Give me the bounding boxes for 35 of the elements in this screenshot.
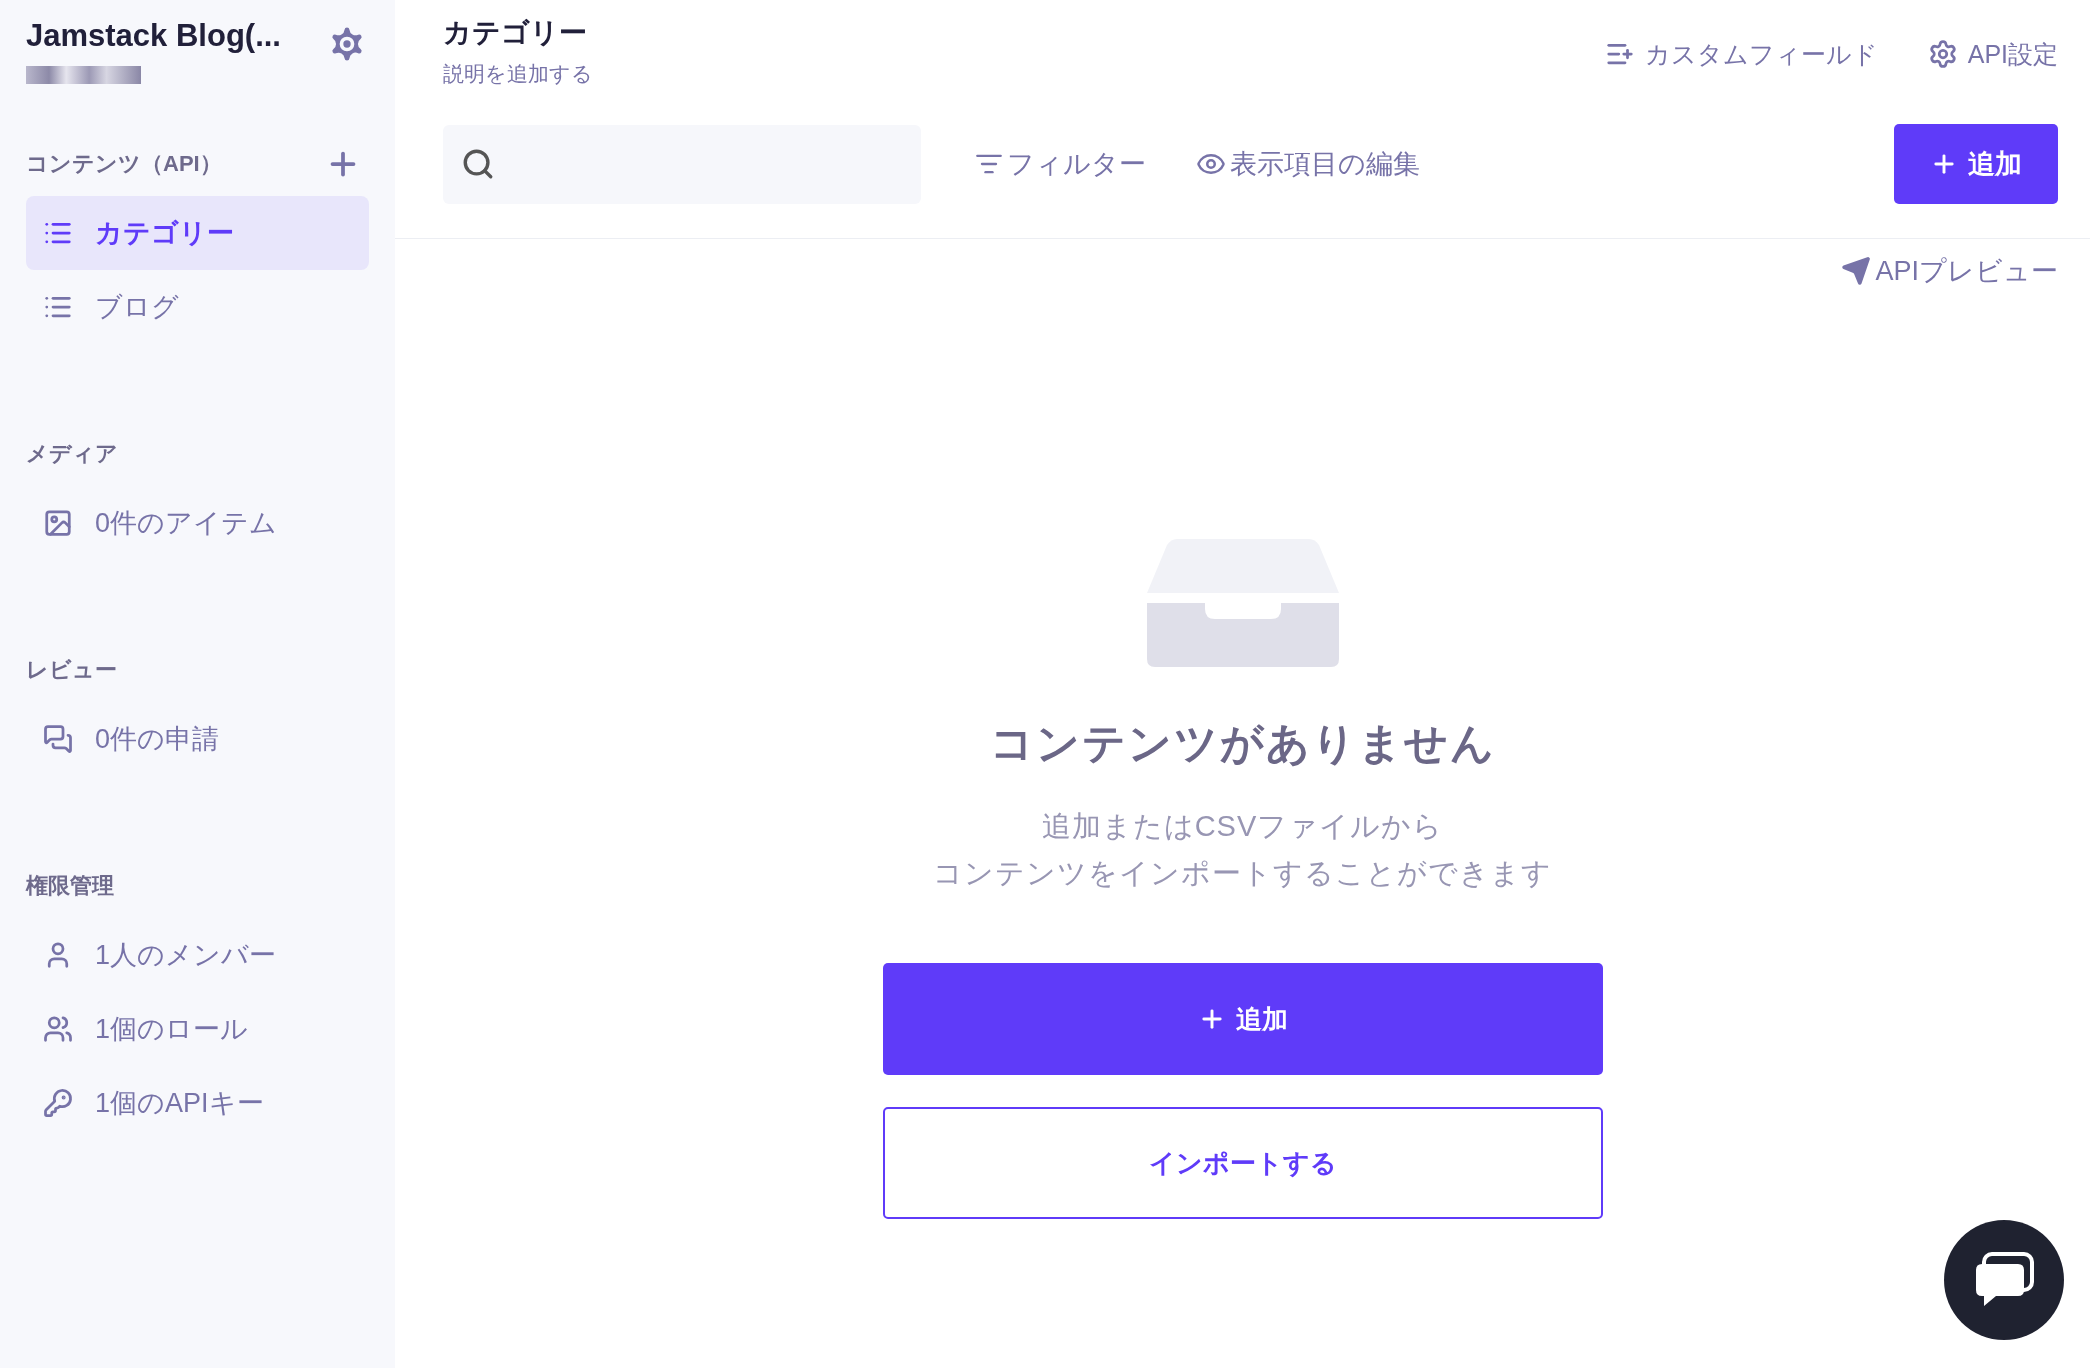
search-icon [461,147,495,181]
empty-heading: コンテンツがありません [989,718,1496,769]
search-field[interactable] [443,124,921,204]
inbox-icon [1146,539,1339,667]
sidebar-item[interactable]: カテゴリー [26,196,369,270]
group-icon [43,1014,73,1044]
add-content-button[interactable]: 追加 [882,963,1603,1075]
send-icon [1841,256,1872,286]
filter-button[interactable]: フィルター [975,146,1146,182]
sidebar-item[interactable]: 1個のロール [26,992,369,1066]
image-icon [43,508,73,538]
api-settings-button[interactable]: API設定 [1927,20,2058,88]
section-title: 権限管理 [26,872,114,900]
custom-field-button[interactable]: カスタムフィールド [1604,20,1878,88]
project-title: Jamstack Blog(... [26,18,281,54]
sidebar-item[interactable]: 1人のメンバー [26,918,369,992]
empty-description-line: 追加またはCSVファイルから [1040,809,1445,844]
chat-icon [1974,1252,2034,1308]
section-title: メディア [26,440,118,468]
sidebar-item[interactable]: ブログ [26,270,369,344]
edit-columns-button[interactable]: 表示項目の編集 [1196,146,1420,182]
key-icon [43,1088,73,1118]
api-preview-button[interactable]: APIプレビュー [1841,253,2058,289]
empty-description-line: コンテンツをインポートすることができます [933,856,1552,891]
settings-icon [1927,39,1958,69]
page-title: カテゴリー [443,16,588,50]
sidebar-item[interactable]: 0件の申請 [26,702,369,776]
sidebar-item[interactable]: 1個のAPIキー [26,1066,369,1140]
sidebar-item[interactable]: 0件のアイテム [26,486,369,560]
description-link[interactable]: 説明を追加する [443,60,593,88]
section-title: コンテンツ（API） [26,150,222,178]
chat-icon [43,724,73,754]
section-title: レビュー [26,656,117,684]
add-button[interactable]: 追加 [1894,124,2058,204]
import-button[interactable]: インポートする [882,1107,1603,1219]
